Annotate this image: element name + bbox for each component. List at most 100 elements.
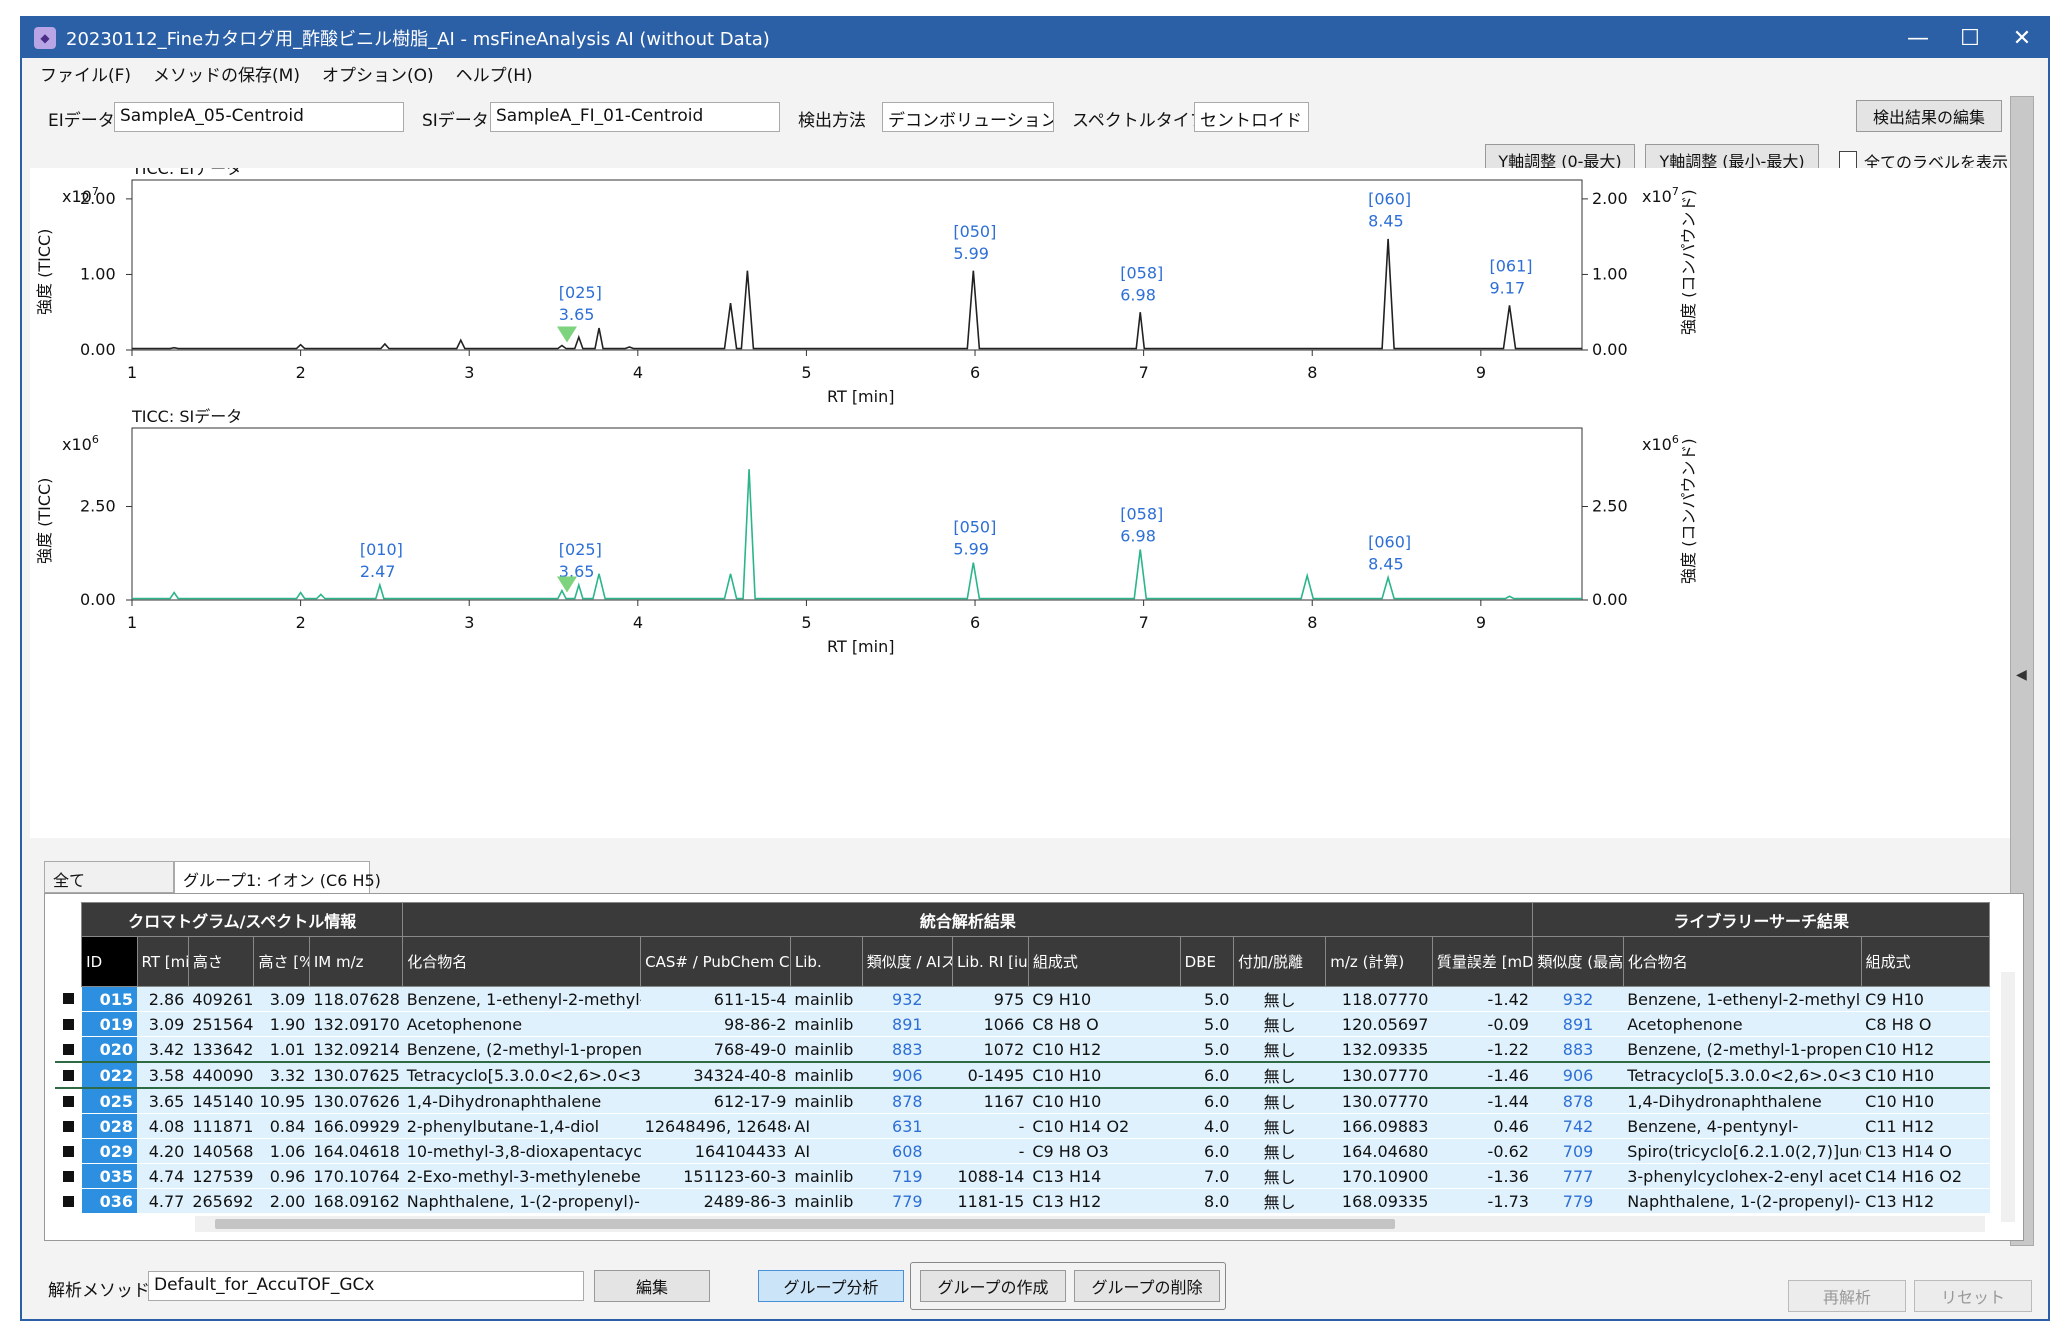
x-tick-label: 1 <box>127 363 137 382</box>
column-header-8[interactable]: 類似度 / AIスコア <box>861 936 953 987</box>
menu-help[interactable]: ヘルプ(H) <box>456 61 533 86</box>
table-cell: C8 H8 O <box>1028 1011 1181 1037</box>
table-row[interactable]: 029 4.20 140568 1.06 164.04618 10-methyl-3,8-… <box>55 1138 1990 1164</box>
delete-group-button[interactable]: グループの削除 <box>1074 1270 1220 1302</box>
edit-results-button[interactable]: 検出結果の編集 <box>1856 100 2002 132</box>
table-cell: 932 <box>1532 986 1624 1012</box>
table-cell: 3.42 <box>137 1036 189 1063</box>
maximize-button[interactable]: ☐ <box>1944 18 1996 58</box>
column-header-14[interactable]: 質量誤差 [mDa] <box>1431 936 1534 987</box>
table-cell: - <box>952 1113 1029 1139</box>
scroll-thumb[interactable] <box>215 1219 1395 1229</box>
table-cell: 0.46 <box>1432 1113 1533 1139</box>
y-axis-label-right: 強度 (コンパウンド) <box>1679 189 1698 335</box>
table-cell: C10 H12 <box>1028 1036 1181 1063</box>
table-cell: -0.62 <box>1432 1138 1533 1164</box>
table-cell: 132.09214 <box>309 1036 403 1063</box>
ei-data-field[interactable]: SampleA_05-Centroid <box>114 102 404 132</box>
table-cell: 168.09335 <box>1325 1188 1433 1214</box>
column-header-17[interactable]: 組成式 <box>1860 936 1991 987</box>
table-cell: 4.20 <box>137 1138 189 1164</box>
column-header-5[interactable]: 化合物名 <box>402 936 642 987</box>
table-cell: 1167 <box>952 1088 1029 1114</box>
reset-button[interactable]: リセット <box>1914 1280 2032 1312</box>
table-cell: 151123-60-3 <box>640 1163 791 1189</box>
peak-rt-label: 8.45 <box>1368 555 1404 574</box>
tab-group1[interactable]: グループ1: イオン (C6 H5) <box>174 861 381 894</box>
table-row[interactable]: 015 2.86 409261 3.09 118.07628 Benzene, 1-eth… <box>55 986 1990 1012</box>
group-analysis-button[interactable]: グループ分析 <box>758 1270 904 1302</box>
table-cell: 779 <box>862 1188 953 1214</box>
collapse-arrow-icon: ◀ <box>2016 667 2027 683</box>
column-header-1[interactable]: RT [min] <box>136 936 189 987</box>
row-marker-icon <box>55 1036 82 1063</box>
chart-title: TICC: SIデータ <box>131 407 242 426</box>
tab-all[interactable]: 全て <box>44 861 174 893</box>
reanalyze-button[interactable]: 再解析 <box>1788 1280 1906 1312</box>
x-tick-label: 9 <box>1476 363 1486 382</box>
table-cell: 777 <box>1532 1163 1624 1189</box>
table-cell: C13 H14 O <box>1861 1138 1990 1164</box>
column-header-10[interactable]: 組成式 <box>1027 936 1181 987</box>
table-row[interactable]: 020 3.42 133642 1.01 132.09214 Benzene, (2-me… <box>55 1036 1990 1063</box>
column-header-0[interactable]: ID <box>81 936 138 987</box>
y-tick-label-right: 0.00 <box>1592 590 1628 609</box>
close-button[interactable]: ✕ <box>1996 18 2048 58</box>
menu-options[interactable]: オプション(O) <box>322 61 434 86</box>
minimize-button[interactable]: — <box>1892 18 1944 58</box>
table-horizontal-scrollbar[interactable] <box>195 1216 1985 1232</box>
column-header-4[interactable]: IM m/z <box>308 936 404 987</box>
show-all-labels-checkbox[interactable] <box>1839 151 1857 169</box>
x-tick-label: 8 <box>1307 363 1317 382</box>
row-marker-icon <box>55 1163 82 1189</box>
edit-method-button[interactable]: 編集 <box>594 1270 710 1302</box>
column-header-2[interactable]: 高さ <box>187 936 255 987</box>
table-cell: mainlib <box>790 1061 863 1089</box>
column-header-3[interactable]: 高さ [%] <box>253 936 310 987</box>
table-cell: 2-phenylbutane-1,4-diol <box>402 1113 641 1139</box>
table-cell: 5.0 <box>1180 1036 1234 1063</box>
menu-file[interactable]: ファイル(F) <box>40 61 131 86</box>
method-field[interactable]: Default_for_AccuTOF_GCx <box>148 1271 584 1301</box>
table-cell: 170.10900 <box>1325 1163 1433 1189</box>
table-row[interactable]: 035 4.74 127539 0.96 170.10764 2-Exo-methyl-3… <box>55 1163 1990 1189</box>
table-cell: 768-49-0 <box>640 1036 791 1063</box>
y-axis-label-left: 強度 (TICC) <box>35 478 54 564</box>
peak-id-label: [025] <box>559 283 602 302</box>
table-cell: 8.0 <box>1180 1188 1234 1214</box>
column-header-15[interactable]: 類似度 (最高) <box>1532 936 1624 987</box>
table-row[interactable]: 028 4.08 111871 0.84 166.09929 2-phenylbutane… <box>55 1113 1990 1139</box>
column-header-13[interactable]: m/z (計算) <box>1325 936 1433 987</box>
si-data-field[interactable]: SampleA_FI_01-Centroid <box>490 102 780 132</box>
column-header-16[interactable]: 化合物名 <box>1622 936 1862 987</box>
detect-method-select[interactable]: デコンボリューション検出 <box>882 102 1054 132</box>
table-vertical-scrollbar[interactable] <box>2001 972 2015 1222</box>
table-row[interactable]: 019 3.09 251564 1.90 132.09170 Acetophenone 98… <box>55 1011 1990 1037</box>
column-header-9[interactable]: Lib. RI [iu] <box>951 936 1029 987</box>
table-cell: 251564 <box>188 1011 254 1037</box>
table-cell: 883 <box>1532 1036 1624 1063</box>
column-header-12[interactable]: 付加/脱離 <box>1232 936 1327 987</box>
column-header-11[interactable]: DBE <box>1179 936 1234 987</box>
table-cell: 4.77 <box>137 1188 189 1214</box>
table-cell: Benzene, (2-methyl-1-propen <box>1623 1036 1862 1063</box>
table-row[interactable]: 022 3.58 440090 3.32 130.07625 Tetracyclo[5.3… <box>55 1061 1990 1089</box>
table-cell: 4.0 <box>1180 1113 1234 1139</box>
table-cell: 612-17-9 <box>640 1088 791 1114</box>
spectrum-type-select[interactable]: セントロイド <box>1194 102 1309 132</box>
table-cell: 3.65 <box>137 1088 189 1114</box>
peak-id-label: [050] <box>953 518 996 537</box>
table-row[interactable]: 0253.65145140410.95130.076261,4-Dihydron… <box>55 1088 1990 1114</box>
column-header-7[interactable]: Lib. <box>789 936 863 987</box>
menu-save-method[interactable]: メソッドの保存(M) <box>153 61 300 86</box>
table-cell: 440090 <box>188 1061 254 1089</box>
create-group-button[interactable]: グループの作成 <box>920 1270 1066 1302</box>
table-cell: 3.58 <box>137 1061 189 1089</box>
table-row[interactable]: 036 4.77 265692 2.00 168.09162 Naphthalene, 1… <box>55 1188 1990 1214</box>
table-cell: 164.04618 <box>309 1138 403 1164</box>
table-cell: 1.06 <box>253 1138 310 1164</box>
table-cell: 2.86 <box>137 986 189 1012</box>
table-cell: C10 H10 <box>1861 1061 1990 1089</box>
table-cell: 無し <box>1233 1088 1326 1114</box>
column-header-6[interactable]: CAS# / PubChem CID <box>640 936 791 987</box>
